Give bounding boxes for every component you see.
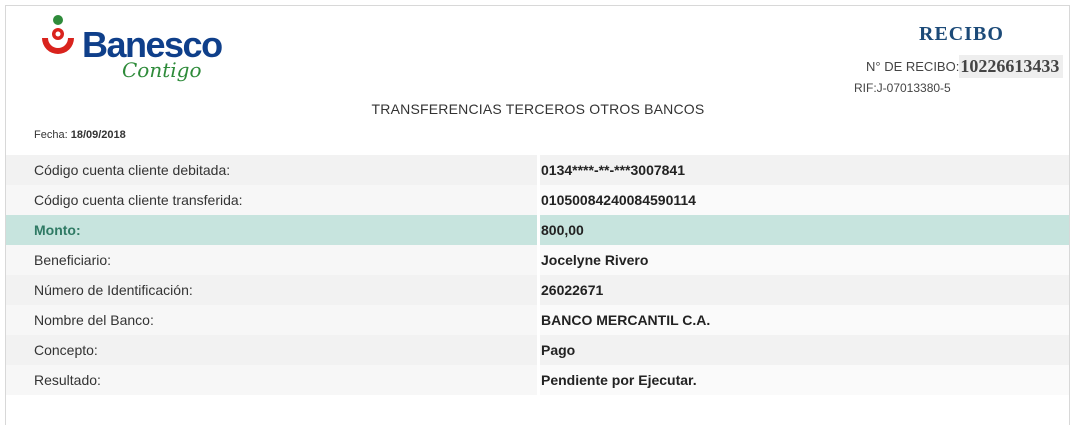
table-row: Resultado: Pendiente por Ejecutar.	[6, 365, 1069, 395]
row-label: Nombre del Banco:	[6, 305, 537, 335]
row-label: Concepto:	[6, 335, 537, 365]
row-value: BANCO MERCANTIL C.A.	[540, 305, 1069, 335]
fecha: Fecha: 18/09/2018	[34, 129, 126, 141]
table-row: Código cuenta cliente transferida: 01050…	[6, 185, 1069, 215]
receipt-details-table: Código cuenta cliente debitada: 0134****…	[6, 155, 1069, 395]
row-label: Resultado:	[6, 365, 537, 395]
table-row: Nombre del Banco: BANCO MERCANTIL C.A.	[6, 305, 1069, 335]
row-value: 26022671	[540, 275, 1069, 305]
table-row: Concepto: Pago	[6, 335, 1069, 365]
row-value: 01050084240084590114	[540, 185, 1069, 215]
row-label: Número de Identificación:	[6, 275, 537, 305]
table-row: Código cuenta cliente debitada: 0134****…	[6, 155, 1069, 185]
row-label: Código cuenta cliente debitada:	[6, 155, 537, 185]
table-row: Beneficiario: Jocelyne Rivero	[6, 245, 1069, 275]
fecha-value: 18/09/2018	[70, 129, 126, 141]
table-row-monto: Monto: 800,00	[6, 215, 1069, 245]
brand-tagline: Contigo	[122, 58, 202, 82]
recibo-title: RECIBO	[919, 23, 1004, 45]
row-value: 800,00	[540, 215, 1069, 245]
row-value: Pendiente por Ejecutar.	[540, 365, 1069, 395]
page-title: TRANSFERENCIAS TERCEROS OTROS BANCOS	[371, 101, 705, 117]
row-label: Código cuenta cliente transferida:	[6, 185, 537, 215]
banesco-logo: Banesco Contigo	[38, 14, 238, 94]
recibo-number-label: N° DE RECIBO:	[866, 59, 960, 74]
fecha-label: Fecha:	[34, 129, 68, 141]
recibo-number-row: N° DE RECIBO:10226613433	[866, 55, 1064, 78]
row-label: Monto:	[6, 215, 537, 245]
table-row: Número de Identificación: 26022671	[6, 275, 1069, 305]
row-value: Jocelyne Rivero	[540, 245, 1069, 275]
row-value: 0134****-**-***3007841	[540, 155, 1069, 185]
banesco-logo-mark-icon	[42, 15, 74, 54]
row-value: Pago	[540, 335, 1069, 365]
row-label: Beneficiario:	[6, 245, 537, 275]
recibo-number: 10226613433	[959, 55, 1064, 78]
rif: RIF:J-07013380-5	[854, 81, 951, 95]
